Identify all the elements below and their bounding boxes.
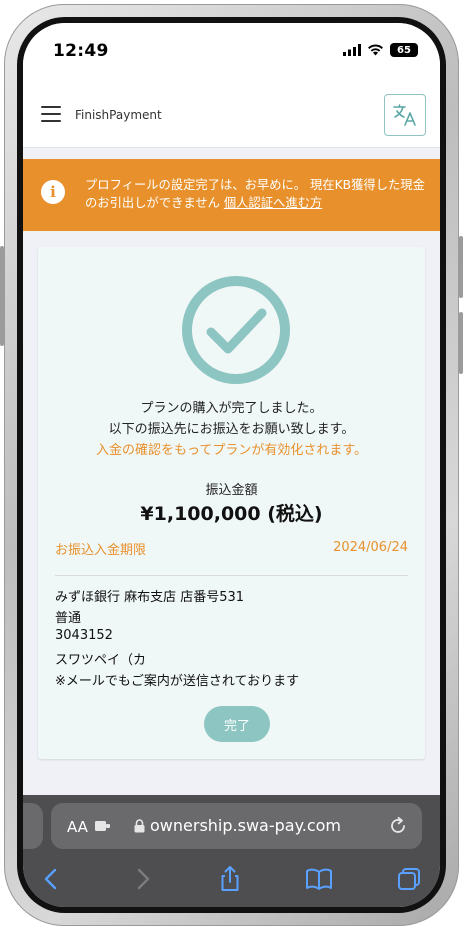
battery-icon: 65	[390, 43, 418, 57]
account-number: 3043152	[55, 628, 113, 643]
back-icon[interactable]	[37, 865, 65, 893]
browser-toolbar: AA ownership.swa-pay.com	[23, 795, 440, 907]
activation-note: 入金の確認をもってプランが有効化されます。	[95, 443, 368, 458]
signal-icon	[343, 44, 361, 56]
share-icon[interactable]	[216, 865, 244, 893]
side-button-left	[0, 246, 4, 346]
amount-value: ¥1,100,000 (税込)	[140, 503, 323, 525]
status-time: 12:49	[53, 41, 109, 61]
done-button[interactable]: 完了	[204, 706, 270, 742]
payment-card: プランの購入が完了しました。 以下の振込先にお振込をお願い致します。 入金の確認…	[38, 247, 425, 759]
translate-button[interactable]	[384, 94, 426, 136]
address-bar[interactable]: AA ownership.swa-pay.com	[51, 803, 422, 849]
bank-name: みずほ銀行 麻布支店 店番号531	[55, 590, 245, 605]
deadline-label: お振込入金期限	[55, 543, 147, 558]
completion-message: プランの購入が完了しました。	[140, 401, 323, 416]
status-bar: 12:49 65	[23, 23, 440, 69]
amount-label: 振込金額	[205, 483, 258, 498]
text-size-button[interactable]: AA	[67, 818, 88, 836]
deadline-date: 2024/06/24	[333, 540, 408, 555]
check-circle-icon	[182, 276, 290, 384]
account-holder: スワツペイ（カ	[55, 653, 147, 668]
phone-bezel: 12:49 65 FinishPayment i プロフィールの設定完了は、お早…	[17, 17, 446, 913]
lock-icon	[134, 819, 145, 833]
previous-tab-preview[interactable]	[23, 803, 43, 849]
tabs-icon[interactable]	[395, 865, 423, 893]
menu-icon[interactable]	[41, 106, 61, 122]
bookmarks-icon[interactable]	[305, 865, 333, 893]
email-note: ※メールでもご案内が送信されております	[55, 674, 300, 689]
translate-icon	[393, 104, 416, 126]
transfer-instruction: 以下の振込先にお振込をお願い致します。	[108, 422, 355, 437]
info-icon: i	[41, 180, 65, 204]
wifi-icon	[368, 44, 383, 56]
notice-banner: i プロフィールの設定完了は、お早めに。 現在KB獲得した現金のお引出しができま…	[23, 159, 440, 231]
app-header: FinishPayment	[23, 69, 440, 148]
identity-verification-link[interactable]: 個人認証へ進む方	[224, 196, 322, 210]
page-title: FinishPayment	[75, 108, 162, 122]
url-text[interactable]: ownership.swa-pay.com	[150, 816, 341, 835]
screen: 12:49 65 FinishPayment i プロフィールの設定完了は、お早…	[23, 23, 440, 907]
account-type: 普通	[55, 611, 82, 626]
divider	[55, 575, 408, 576]
extension-icon[interactable]	[95, 820, 111, 832]
status-icons: 65	[343, 43, 418, 57]
forward-icon[interactable]	[129, 865, 157, 893]
side-button-right	[459, 236, 463, 298]
notice-text: プロフィールの設定完了は、お早めに。 現在KB獲得した現金のお引出しができません…	[85, 176, 430, 212]
reload-icon[interactable]	[388, 816, 408, 836]
phone-frame: 12:49 65 FinishPayment i プロフィールの設定完了は、お早…	[0, 4, 463, 926]
side-button-right-lower	[459, 312, 463, 374]
